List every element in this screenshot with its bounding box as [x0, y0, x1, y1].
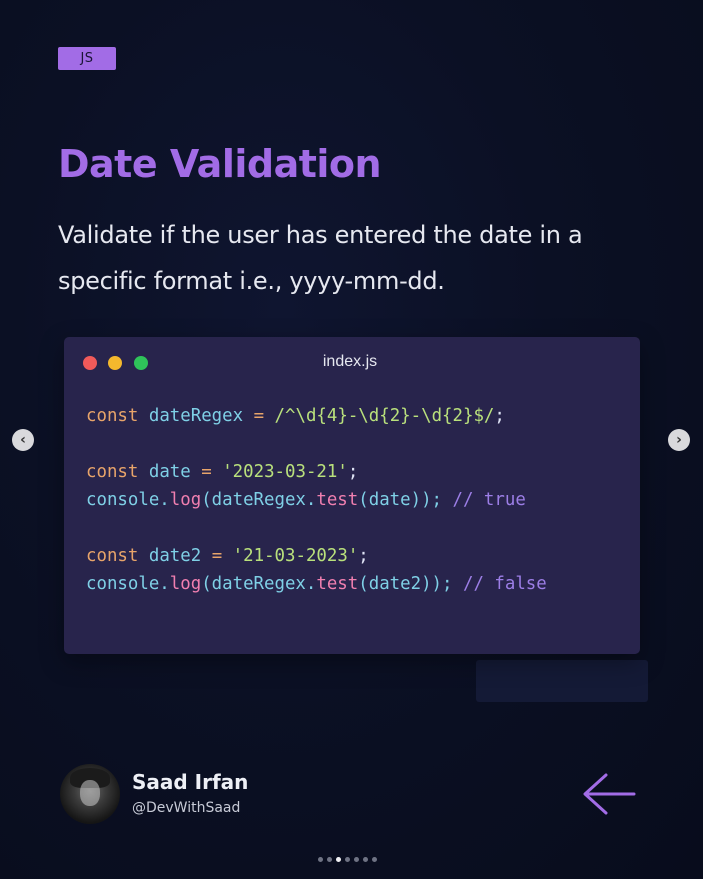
- pagination-dot[interactable]: [372, 857, 377, 862]
- description: Validate if the user has entered the dat…: [58, 221, 583, 295]
- next-slide-button[interactable]: ›: [668, 429, 690, 451]
- carousel-pagination: [318, 857, 377, 862]
- previous-slide-button[interactable]: ‹: [12, 429, 34, 451]
- language-badge: JS: [58, 47, 116, 70]
- code-arguments: (date));: [358, 490, 443, 510]
- code-function: test: [316, 490, 359, 510]
- pagination-dot[interactable]: [327, 857, 332, 862]
- code-operator: =: [201, 462, 212, 482]
- avatar: [60, 764, 120, 824]
- pagination-dot[interactable]: [354, 857, 359, 862]
- code-operator: =: [211, 546, 223, 566]
- back-arrow-icon[interactable]: [580, 771, 636, 817]
- pagination-dot[interactable]: [318, 857, 323, 862]
- code-regex: /^\d{4}-\d{2}-\d{2}$/: [274, 406, 495, 426]
- code-arguments: (dateRegex.: [201, 490, 317, 510]
- code-arguments: (dateRegex.: [201, 574, 317, 594]
- code-comment: // true: [452, 490, 526, 510]
- code-string: '21-03-2023': [232, 546, 359, 566]
- chevron-left-icon: ‹: [20, 432, 26, 448]
- code-block: const dateRegex = /^\d{4}-\d{2}-\d{2}$/;…: [86, 402, 547, 598]
- code-arguments: (date2));: [358, 574, 453, 594]
- author-name: Saad Irfan: [132, 770, 249, 794]
- code-object: console.: [86, 574, 170, 594]
- window-maximize-dot: [134, 356, 148, 370]
- page-title: Date Validation: [58, 142, 382, 186]
- pagination-dot[interactable]: [363, 857, 368, 862]
- window-close-dot: [83, 356, 97, 370]
- code-string: '2023-03-21': [222, 462, 348, 482]
- code-line-1: const dateRegex = /^\d{4}-\d{2}-\d{2}$/;: [86, 406, 505, 426]
- code-line-5: console.log(dateRegex.test(date2)); // f…: [86, 574, 547, 594]
- editor-filename: index.js: [322, 353, 378, 370]
- code-line-2: const date = '2023-03-21';: [86, 462, 358, 482]
- code-identifier: date: [148, 462, 191, 482]
- code-object: console.: [86, 490, 170, 510]
- code-keyword: const: [86, 546, 139, 566]
- pagination-dot[interactable]: [345, 857, 350, 862]
- code-keyword: const: [86, 462, 139, 482]
- background-shadow-block: [476, 660, 648, 702]
- code-punctuation: ;: [494, 406, 505, 426]
- code-function: log: [169, 490, 202, 510]
- code-punctuation: ;: [358, 546, 369, 566]
- code-line-4: const date2 = '21-03-2023';: [86, 546, 369, 566]
- code-keyword: const: [86, 406, 139, 426]
- code-operator: =: [253, 406, 265, 426]
- chevron-right-icon: ›: [676, 432, 682, 448]
- author-handle: @DevWithSaad: [132, 800, 241, 816]
- pagination-dot[interactable]: [336, 857, 341, 862]
- avatar-face: [80, 780, 100, 806]
- code-punctuation: ;: [347, 462, 359, 482]
- code-function: test: [316, 574, 359, 594]
- window-minimize-dot: [108, 356, 122, 370]
- code-comment: // false: [462, 574, 547, 594]
- code-line-3: console.log(dateRegex.test(date)); // tr…: [86, 490, 526, 510]
- code-identifier: date2: [148, 546, 202, 566]
- code-function: log: [169, 574, 202, 594]
- code-identifier: dateRegex: [148, 406, 244, 426]
